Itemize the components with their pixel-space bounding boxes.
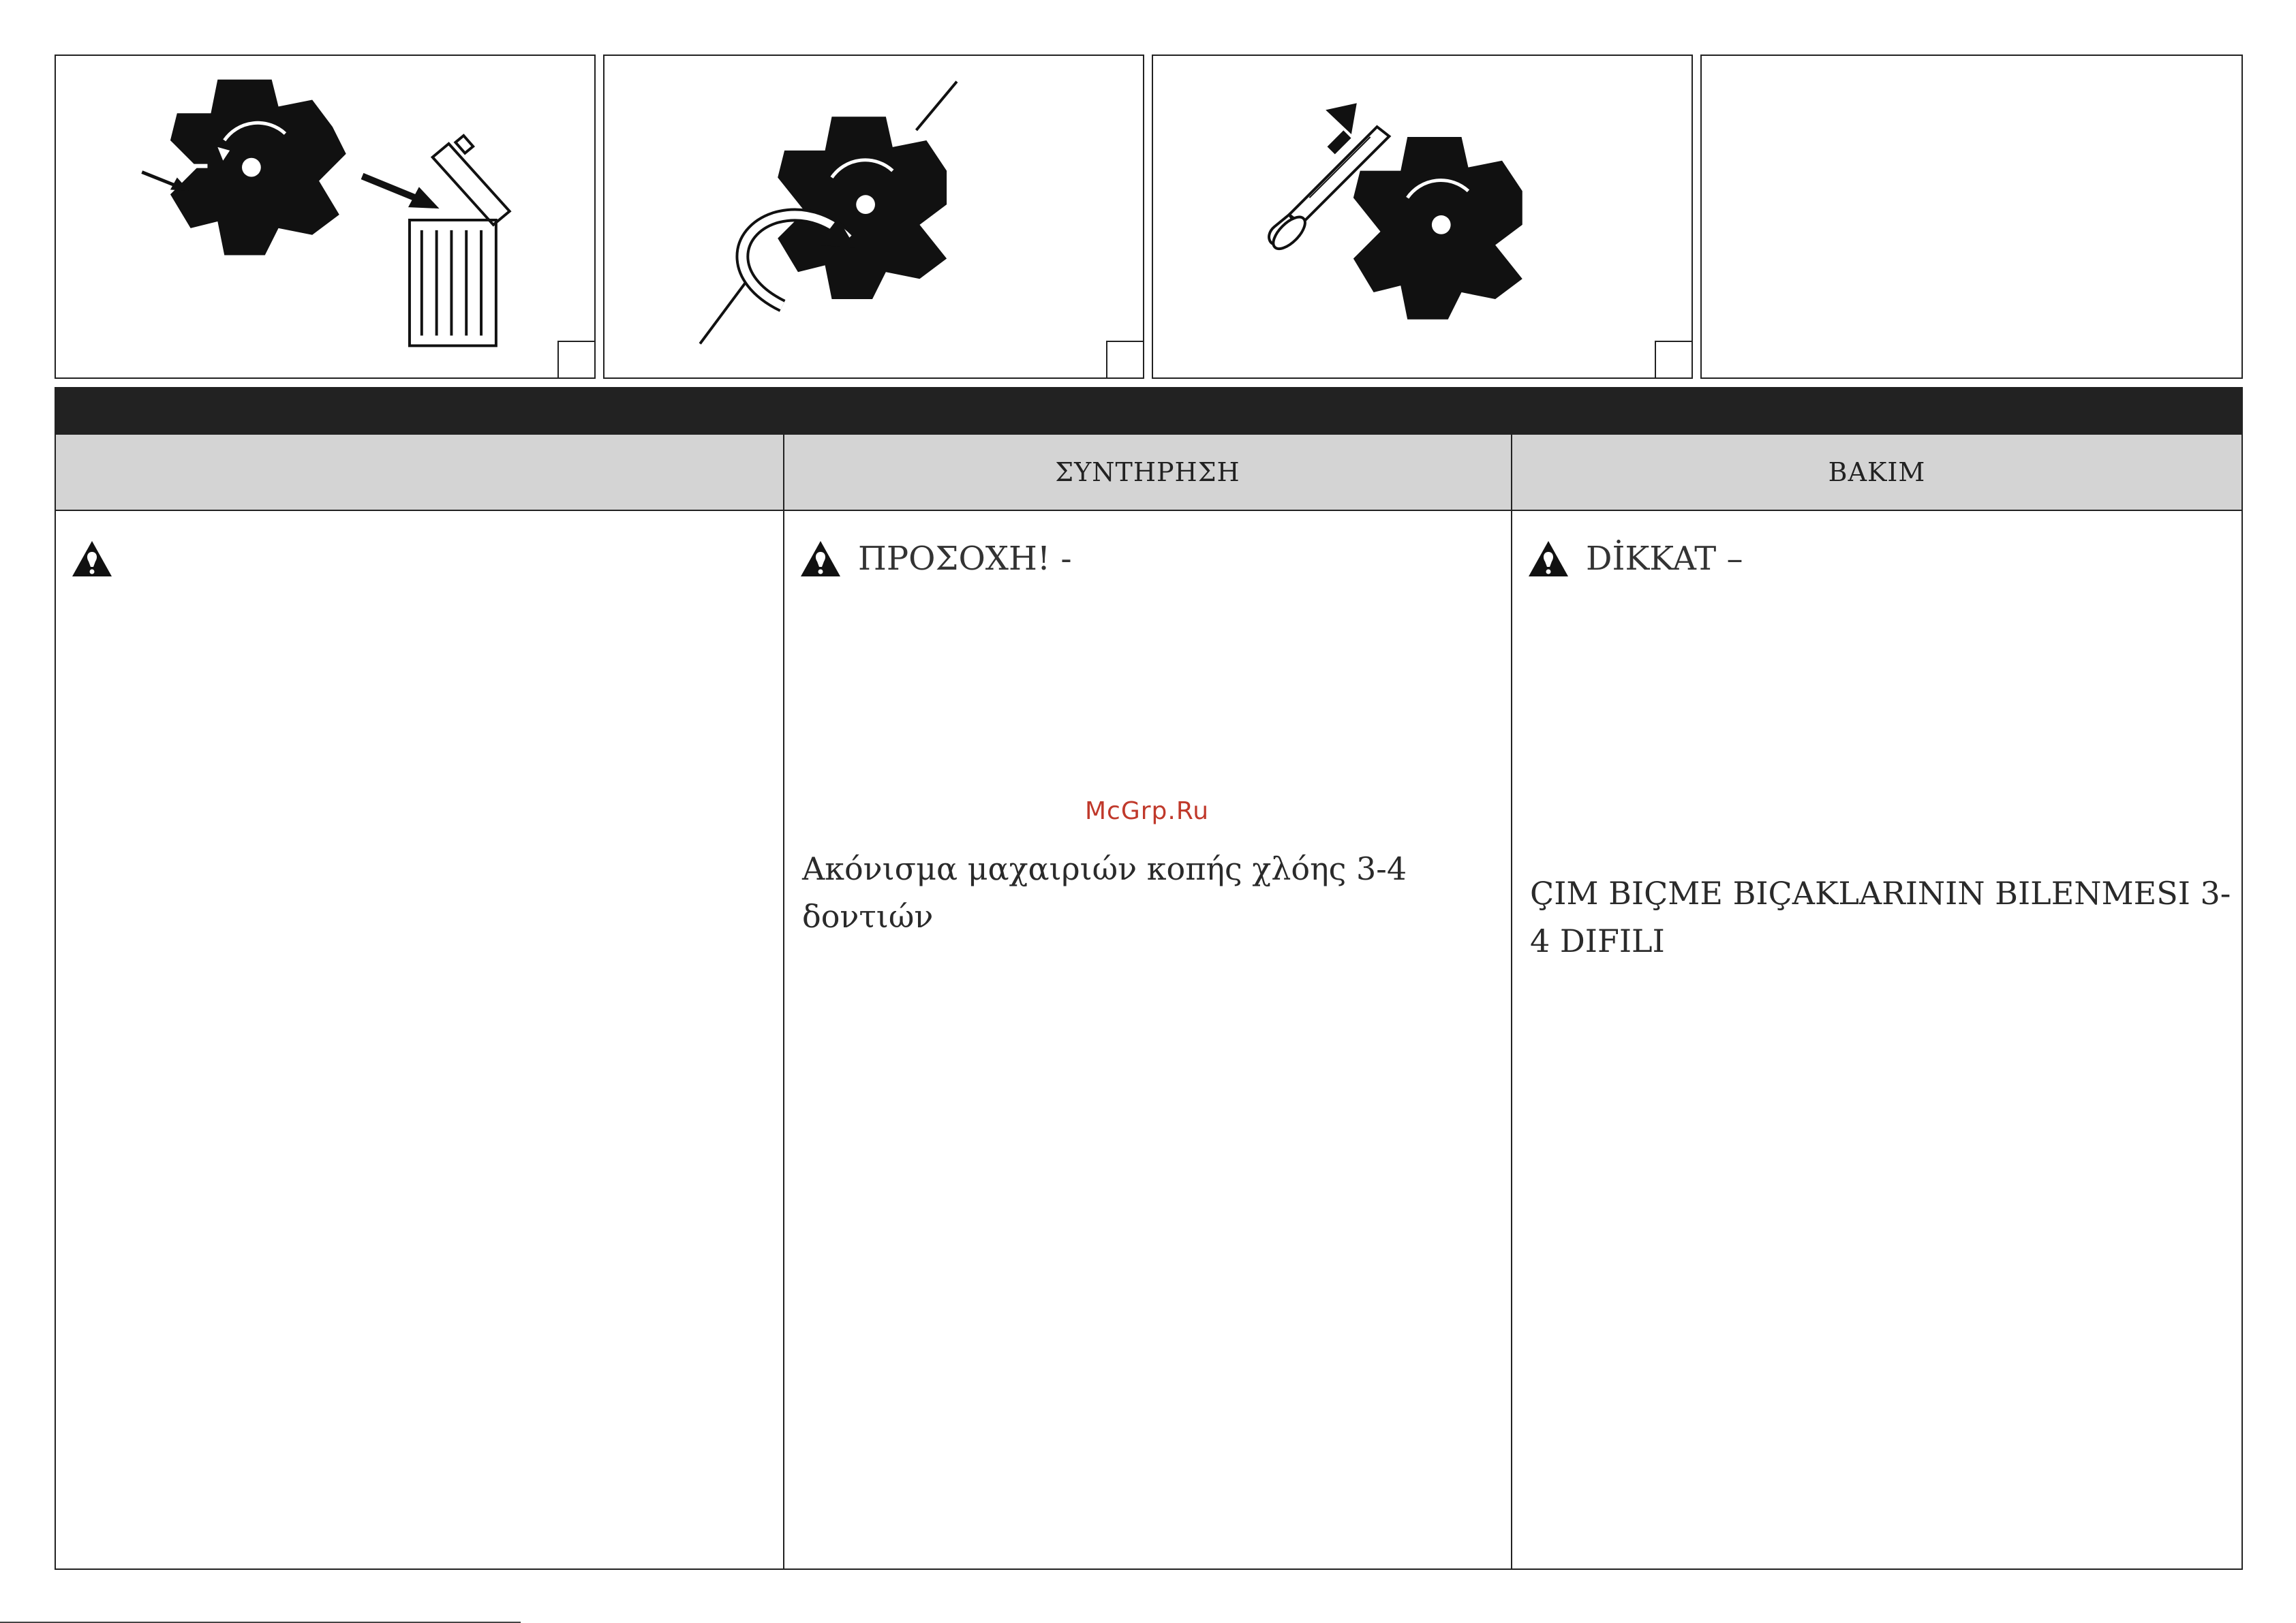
illustration-panel-balance	[603, 55, 1144, 379]
warning-notice	[71, 540, 129, 578]
column-3: BAKIM DİKKAT – ÇIM BIÇME BIÇAKLARININ BI…	[1511, 388, 2241, 1568]
warning-triangle-icon	[72, 541, 112, 576]
balance-blade-illustration	[699, 80, 958, 345]
figure-number-box	[557, 341, 594, 377]
discard-blade-illustration	[141, 79, 512, 347]
section-heading: Ακόνισμα μαχαιριών κοπής χλόης 3-4 δοντι…	[802, 850, 1407, 935]
column-2: ΣΥΝΤΗΡΗΣΗ ΠΡΟΣΟΧΗ! - Ακόνισμα μαχαιριών …	[783, 388, 1511, 1568]
watermark: McGrp.Ru	[1085, 797, 1210, 825]
figure-number-box	[1655, 341, 1692, 377]
warning-notice: DİKKAT –	[1527, 540, 1743, 578]
blade-icon	[1353, 136, 1522, 320]
arrow-icon	[1326, 103, 1357, 155]
column-header-bar	[1512, 388, 2241, 435]
section-title: ΣΥΝΤΗΡΗΣΗ	[784, 435, 1511, 511]
warning-label: ΠΡΟΣΟΧΗ! -	[858, 540, 1072, 578]
illustration-panel-sharpen	[1152, 55, 1693, 379]
warning-triangle-icon	[801, 541, 840, 576]
section-title: BAKIM	[1512, 435, 2241, 511]
column-header-bar	[784, 388, 1511, 435]
figure-number-box	[1106, 341, 1143, 377]
warning-triangle-icon	[1529, 541, 1568, 576]
column-1	[56, 388, 783, 1568]
blade-icon	[778, 117, 947, 299]
blade-icon	[170, 79, 346, 256]
warning-notice: ΠΡΟΣΟΧΗ! -	[799, 540, 1072, 578]
warning-label: DİKKAT –	[1586, 540, 1743, 578]
trash-bin-icon	[408, 134, 512, 347]
illustration-panel-empty	[1700, 55, 2243, 379]
sharpen-blade-illustration	[1268, 103, 1522, 320]
column-header-bar	[56, 388, 783, 435]
instruction-table: ΣΥΝΤΗΡΗΣΗ ΠΡΟΣΟΧΗ! - Ακόνισμα μαχαιριών …	[55, 387, 2243, 1570]
section-heading: ÇIM BIÇME BIÇAKLARININ BILENMESI 3-4 DIF…	[1530, 875, 2231, 959]
illustration-panel-discard	[55, 55, 596, 379]
section-title	[56, 435, 783, 511]
